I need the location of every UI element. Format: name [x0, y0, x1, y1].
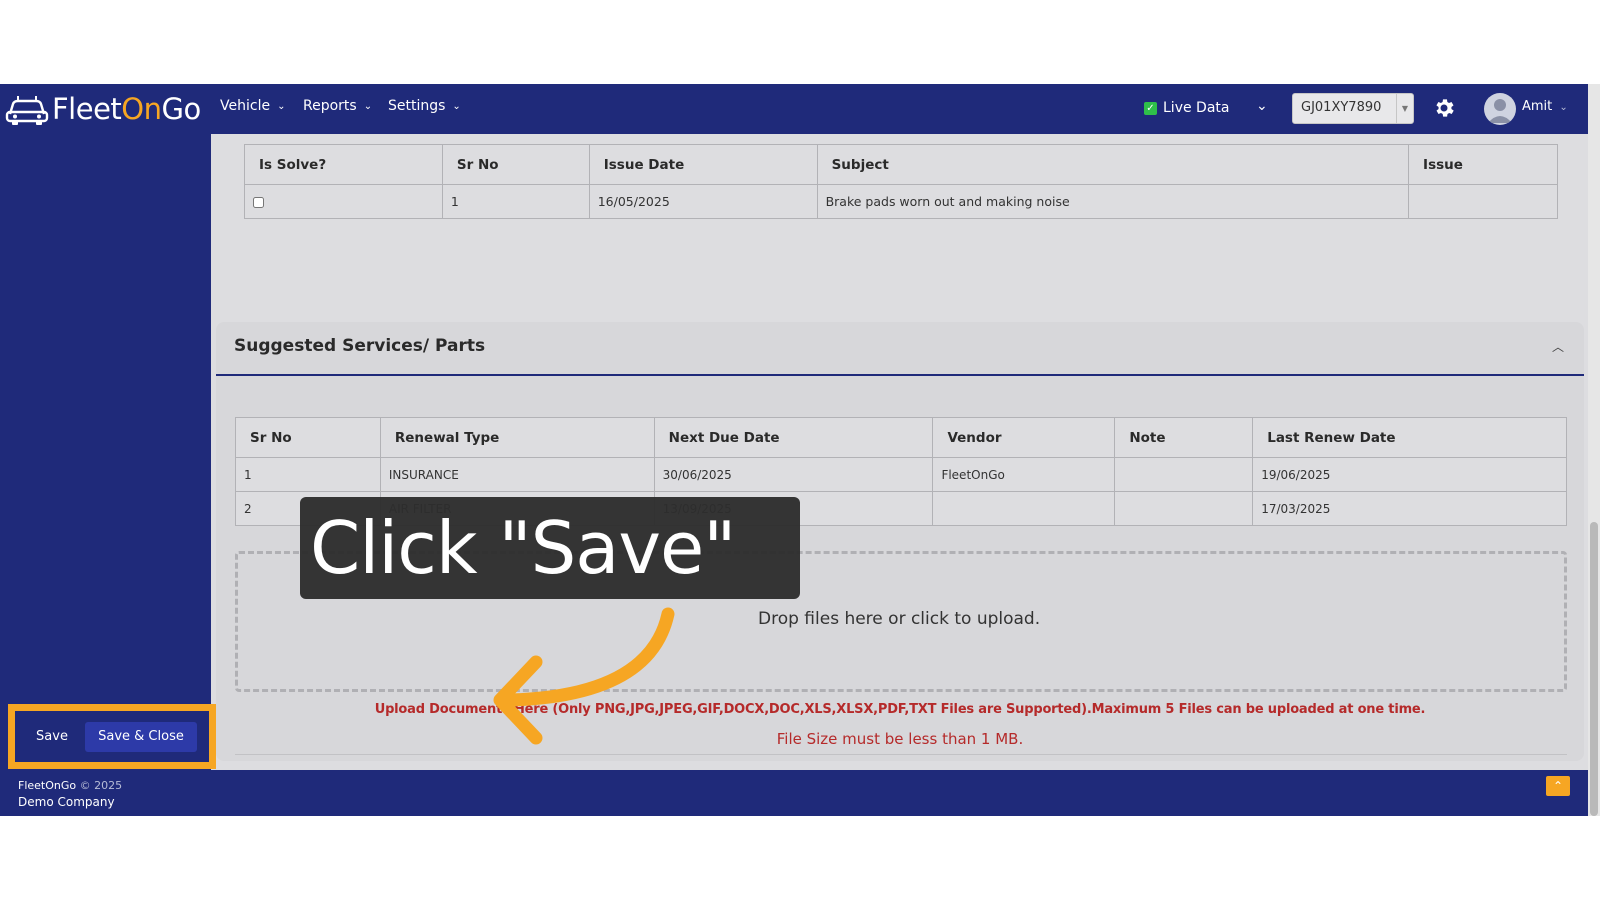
- top-navbar: FleetOnGo Vehicle ⌄ Reports ⌄ Settings ⌄ ✓ …: [0, 84, 1588, 134]
- table-cell: 16/05/2025: [588, 184, 818, 219]
- table-header-row: Sr No Renewal Type Next Due Date Vendor …: [235, 417, 1567, 458]
- nav-settings-label: Settings: [388, 98, 446, 114]
- column-header[interactable]: Sr No: [235, 417, 381, 458]
- column-header[interactable]: Last Renew Date: [1252, 417, 1567, 458]
- table-cell: FleetOnGo: [932, 457, 1116, 492]
- table-header-row: Is Solve? Sr No Issue Date Subject Issue: [244, 144, 1558, 185]
- live-data-toggle[interactable]: ✓ Live Data: [1144, 100, 1229, 116]
- table-cell: [1408, 184, 1558, 219]
- scroll-to-top-icon[interactable]: ⌃: [1546, 776, 1570, 796]
- chevron-down-icon[interactable]: ⌄: [1256, 98, 1268, 114]
- table-cell: [1114, 491, 1254, 526]
- nav-settings[interactable]: Settings ⌄: [388, 98, 461, 114]
- table-row: 1 INSURANCE 30/06/2025 FleetOnGo 19/06/2…: [235, 457, 1567, 492]
- column-header[interactable]: Issue: [1408, 144, 1558, 185]
- table-cell: INSURANCE: [379, 457, 655, 492]
- scrollbar-thumb[interactable]: [1590, 522, 1598, 816]
- table-cell: Brake pads worn out and making noise: [816, 184, 1410, 219]
- is-solve-cell: [244, 184, 443, 219]
- nav-vehicle[interactable]: Vehicle ⌄: [220, 98, 285, 114]
- table-cell: 19/06/2025: [1252, 457, 1567, 492]
- column-header[interactable]: Is Solve?: [244, 144, 443, 185]
- checkbox-checked-icon[interactable]: ✓: [1144, 101, 1157, 115]
- vehicle-select[interactable]: GJ01XY7890 ▼: [1292, 93, 1414, 124]
- is-solve-checkbox[interactable]: [253, 196, 264, 208]
- table-cell: [1114, 457, 1254, 492]
- instruction-callout: Click "Save": [300, 497, 800, 599]
- column-header[interactable]: Subject: [816, 144, 1410, 185]
- dropzone-text: Drop files here or click to upload.: [758, 609, 1041, 629]
- app-window: FleetOnGo Vehicle ⌄ Reports ⌄ Settings ⌄ ✓ …: [0, 84, 1588, 816]
- chevron-down-icon: ⌄: [1559, 102, 1568, 113]
- footer-brand: FleetOnGo: [18, 779, 77, 792]
- chevron-down-icon: ⌄: [363, 100, 373, 112]
- logo[interactable]: FleetOnGo: [4, 90, 201, 128]
- live-data-label: Live Data: [1163, 100, 1230, 116]
- user-avatar-icon[interactable]: [1484, 93, 1516, 125]
- main-content: Is Solve? Sr No Issue Date Subject Issue…: [211, 134, 1588, 770]
- logo-text: FleetOnGo: [52, 92, 201, 126]
- sidebar-footer: FleetOnGo © 2025 Demo Company: [18, 778, 122, 810]
- upload-note: Upload Documents Here (Only PNG,JPG,JPEG…: [374, 702, 1426, 717]
- chevron-up-icon[interactable]: ︿: [1552, 338, 1564, 355]
- card-title: Suggested Services/ Parts: [234, 336, 486, 356]
- footer-copyright: © 2025: [79, 779, 123, 792]
- table-row: 1 16/05/2025 Brake pads worn out and mak…: [244, 184, 1558, 219]
- gear-icon[interactable]: [1432, 96, 1456, 120]
- nav-reports-label: Reports: [303, 98, 357, 114]
- divider: [235, 754, 1567, 755]
- save-and-close-button[interactable]: Save & Close: [85, 722, 197, 752]
- table-cell: 1: [235, 457, 381, 492]
- column-header[interactable]: Next Due Date: [653, 417, 934, 458]
- chevron-down-icon: ⌄: [277, 100, 286, 112]
- issues-table: Is Solve? Sr No Issue Date Subject Issue…: [244, 144, 1558, 219]
- nav-reports[interactable]: Reports ⌄: [303, 98, 372, 114]
- save-button[interactable]: Save: [23, 722, 81, 752]
- chevron-down-icon: ⌄: [452, 100, 461, 112]
- column-header[interactable]: Vendor: [932, 417, 1116, 458]
- dropdown-arrow-icon: ▼: [1396, 94, 1413, 123]
- user-name: Amit: [1522, 99, 1553, 114]
- column-header[interactable]: Renewal Type: [379, 417, 655, 458]
- file-size-note: File Size must be less than 1 MB.: [776, 730, 1024, 748]
- footer-company: Demo Company: [18, 795, 115, 809]
- car-logo-icon: [5, 96, 49, 125]
- divider: [216, 374, 1584, 376]
- column-header[interactable]: Issue Date: [588, 144, 818, 185]
- nav-vehicle-label: Vehicle: [220, 98, 271, 114]
- table-cell: [932, 491, 1116, 526]
- curved-arrow-icon: [493, 607, 675, 745]
- user-menu[interactable]: Amit ⌄: [1522, 99, 1568, 114]
- table-cell: 17/03/2025: [1252, 491, 1567, 526]
- table-cell: 30/06/2025: [653, 457, 934, 492]
- table-cell: 1: [441, 184, 590, 219]
- column-header[interactable]: Sr No: [441, 144, 590, 185]
- column-header[interactable]: Note: [1114, 417, 1254, 458]
- vehicle-select-value: GJ01XY7890: [1301, 100, 1382, 115]
- scrollbar[interactable]: [1588, 84, 1600, 816]
